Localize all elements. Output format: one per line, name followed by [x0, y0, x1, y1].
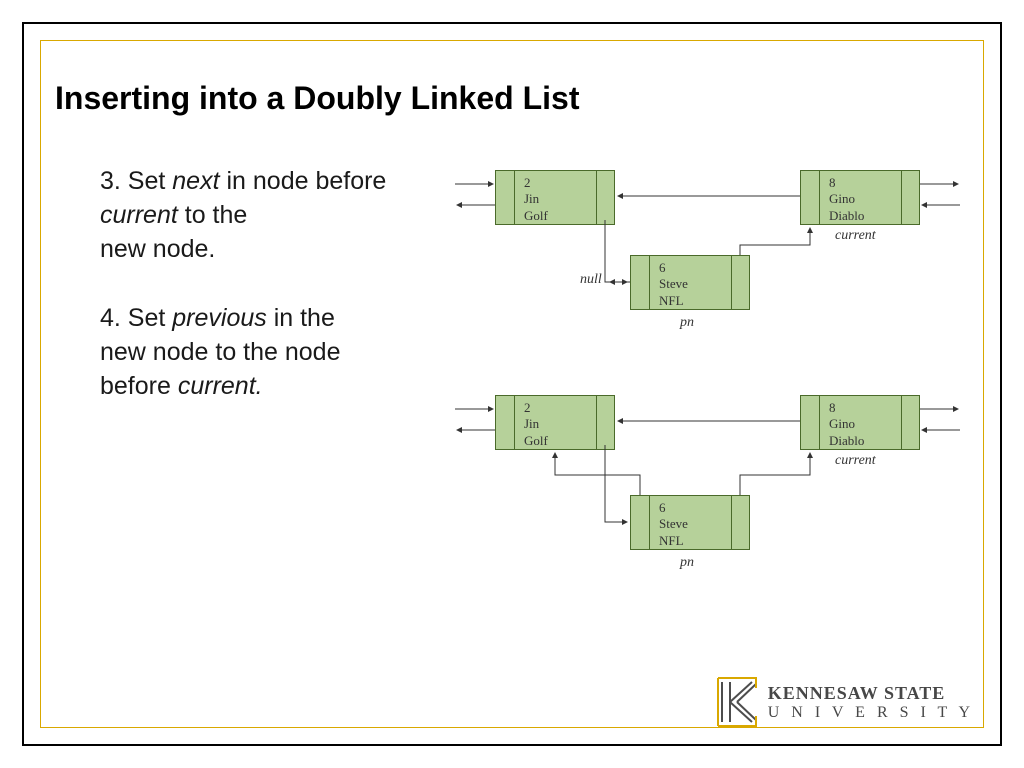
s3-t4: new node. — [100, 235, 215, 263]
arrows-step-3 — [430, 160, 970, 350]
page-title: Inserting into a Doubly Linked List — [55, 80, 579, 117]
logo-line2: U N I V E R S I T Y — [768, 704, 974, 722]
step-3: 3. Set next in node before current to th… — [100, 165, 420, 266]
instruction-text: 3. Set next in node before current to th… — [100, 165, 420, 404]
s4-t1: 4. Set — [100, 304, 172, 332]
diagram-step-4: 2 Jin Golf 8 Gino Diablo 6 Steve NFL pn … — [430, 385, 970, 595]
s4-t2: in the — [267, 304, 335, 332]
s3-i1: next — [172, 167, 219, 195]
logo-k-icon — [710, 676, 760, 728]
diagram-step-3: 2 Jin Golf 8 Gino Diablo 6 Steve NFL nul… — [430, 160, 970, 350]
s3-t3: to the — [178, 201, 248, 229]
s4-i1: previous — [172, 304, 267, 332]
logo-text: KENNESAW STATE U N I V E R S I T Y — [768, 683, 974, 722]
s4-t3: new node to the node — [100, 338, 340, 366]
s3-t2: in node before — [220, 167, 387, 195]
s4-t4: before — [100, 372, 178, 400]
step-4: 4. Set previous in the new node to the n… — [100, 302, 420, 403]
logo-line1: KENNESAW STATE — [768, 683, 974, 704]
s4-i2: current. — [178, 372, 263, 400]
s3-t1: 3. Set — [100, 167, 172, 195]
s3-i2: current — [100, 201, 178, 229]
arrows-step-4 — [430, 385, 970, 595]
university-logo: KENNESAW STATE U N I V E R S I T Y — [710, 676, 974, 728]
